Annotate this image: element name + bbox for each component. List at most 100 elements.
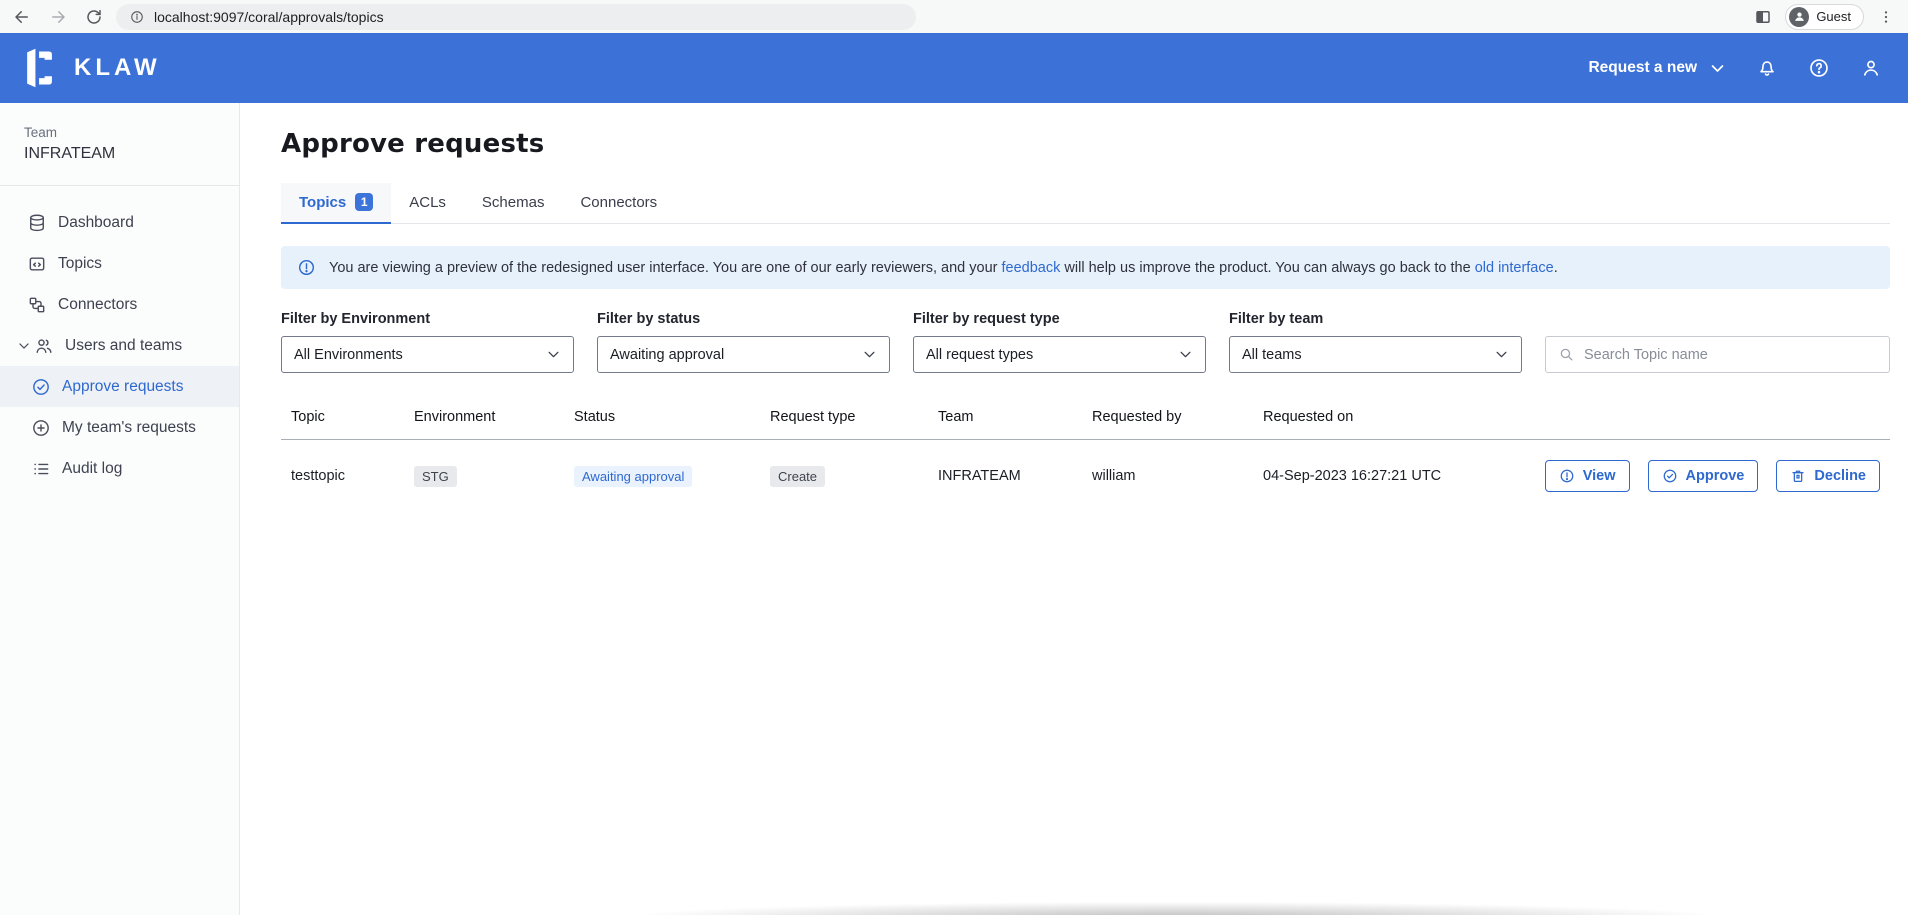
filter-request-type: Filter by request type All request types	[913, 311, 1206, 373]
sidebar-item-label: Topics	[58, 255, 102, 273]
check-circle-icon	[1662, 468, 1678, 484]
tab-schemas[interactable]: Schemas	[464, 183, 563, 223]
site-info-icon[interactable]	[130, 10, 144, 24]
selected-value: All request types	[926, 347, 1033, 363]
status-select[interactable]: Awaiting approval	[597, 336, 890, 373]
sidebar-item-approve-requests[interactable]: Approve requests	[0, 366, 239, 407]
address-bar[interactable]: localhost:9097/coral/approvals/topics	[116, 4, 916, 30]
sidebar-item-dashboard[interactable]: Dashboard	[0, 202, 239, 243]
topic-search[interactable]	[1545, 336, 1890, 373]
browser-menu-icon[interactable]	[1876, 7, 1896, 27]
decline-button-label: Decline	[1814, 468, 1866, 484]
reload-icon[interactable]	[84, 7, 104, 27]
plus-circle-icon	[31, 418, 51, 438]
info-icon	[1559, 468, 1575, 484]
environment-select[interactable]: All Environments	[281, 336, 574, 373]
table-row: testtopic STG Awaiting approval Create I…	[281, 440, 1890, 513]
filter-request-type-label: Filter by request type	[913, 311, 1206, 327]
team-name: INFRATEAM	[24, 145, 239, 163]
tab-connectors[interactable]: Connectors	[562, 183, 675, 223]
tab-label: Topics	[299, 194, 346, 211]
sidebar-item-label: Audit log	[62, 460, 122, 478]
sidebar-item-label: My team's requests	[62, 419, 196, 437]
chevron-down-icon	[1178, 347, 1193, 362]
feedback-link[interactable]: feedback	[1002, 260, 1061, 276]
filter-status: Filter by status Awaiting approval	[597, 311, 890, 373]
list-icon	[31, 459, 51, 479]
sidebar-item-audit-log[interactable]: Audit log	[0, 448, 239, 489]
profile-icon[interactable]	[1860, 57, 1882, 79]
sidebar-item-label: Connectors	[58, 296, 137, 314]
search-input[interactable]	[1584, 347, 1877, 363]
connectors-icon	[27, 295, 47, 315]
profile-name: Guest	[1816, 9, 1851, 24]
chevron-down-icon	[546, 347, 561, 362]
chevron-down-icon	[1709, 60, 1726, 77]
filter-environment: Filter by Environment All Environments	[281, 311, 574, 373]
filter-team: Filter by team All teams	[1229, 311, 1522, 373]
check-circle-icon	[31, 377, 51, 397]
main-content: Approve requests Topics 1 ACLs Schemas C…	[240, 103, 1908, 915]
approve-button-label: Approve	[1686, 468, 1745, 484]
forward-icon[interactable]	[48, 7, 68, 27]
filter-environment-label: Filter by Environment	[281, 311, 574, 327]
sidebar-item-users-and-teams[interactable]: Users and teams	[0, 325, 239, 366]
chevron-down-icon	[862, 347, 877, 362]
help-icon[interactable]	[1808, 57, 1830, 79]
banner-text: You are viewing a preview of the redesig…	[329, 260, 1558, 276]
status-badge: Awaiting approval	[574, 466, 692, 487]
environment-badge: STG	[414, 466, 457, 487]
sidebar-item-label: Dashboard	[58, 214, 134, 232]
view-button[interactable]: View	[1545, 460, 1630, 492]
request-type-select[interactable]: All request types	[913, 336, 1206, 373]
tab-topics-count-badge: 1	[355, 193, 373, 211]
selected-value: All teams	[1242, 347, 1302, 363]
notifications-icon[interactable]	[1756, 57, 1778, 79]
filter-status-label: Filter by status	[597, 311, 890, 327]
col-topic: Topic	[281, 399, 404, 440]
cell-team: INFRATEAM	[928, 440, 1082, 513]
cell-requested-on: 04-Sep-2023 16:27:21 UTC	[1253, 440, 1513, 513]
url-text: localhost:9097/coral/approvals/topics	[154, 9, 384, 25]
side-panel-icon[interactable]	[1753, 7, 1773, 27]
old-interface-link[interactable]: old interface	[1475, 260, 1554, 276]
brand-name: KLAW	[74, 54, 161, 82]
col-requested-by: Requested by	[1082, 399, 1253, 440]
col-actions	[1513, 399, 1890, 440]
page-title: Approve requests	[281, 129, 1890, 159]
table-header-row: Topic Environment Status Request type Te…	[281, 399, 1890, 440]
chevron-down-icon[interactable]	[14, 339, 34, 353]
sidebar-item-label: Users and teams	[65, 337, 182, 355]
decline-button[interactable]: Decline	[1776, 460, 1880, 492]
users-icon	[34, 336, 54, 356]
request-a-new-label: Request a new	[1588, 59, 1697, 77]
col-requested-on: Requested on	[1253, 399, 1513, 440]
sidebar-item-my-teams-requests[interactable]: My team's requests	[0, 407, 239, 448]
trash-icon	[1790, 468, 1806, 484]
search-icon	[1558, 346, 1575, 363]
avatar	[1789, 7, 1809, 27]
tab-label: Connectors	[580, 194, 657, 211]
app-header: KLAW Request a new	[0, 33, 1908, 103]
preview-info-banner: You are viewing a preview of the redesig…	[281, 246, 1890, 289]
approve-button[interactable]: Approve	[1648, 460, 1759, 492]
tab-acls[interactable]: ACLs	[391, 183, 464, 223]
team-select[interactable]: All teams	[1229, 336, 1522, 373]
col-status: Status	[564, 399, 760, 440]
back-icon[interactable]	[12, 7, 32, 27]
klaw-logo[interactable]	[18, 46, 62, 90]
tab-label: ACLs	[409, 194, 446, 211]
browser-profile-chip[interactable]: Guest	[1785, 4, 1864, 30]
sidebar-item-connectors[interactable]: Connectors	[0, 284, 239, 325]
tab-topics[interactable]: Topics 1	[281, 183, 391, 224]
requests-table: Topic Environment Status Request type Te…	[281, 399, 1890, 512]
tab-bar: Topics 1 ACLs Schemas Connectors	[281, 183, 1890, 224]
filter-bar: Filter by Environment All Environments F…	[281, 311, 1890, 373]
sidebar-item-label: Approve requests	[62, 378, 184, 396]
col-environment: Environment	[404, 399, 564, 440]
screen: localhost:9097/coral/approvals/topics Gu…	[0, 0, 1908, 915]
sidebar: Team INFRATEAM Dashboard Topics Connec	[0, 103, 240, 915]
sidebar-item-topics[interactable]: Topics	[0, 243, 239, 284]
request-a-new-button[interactable]: Request a new	[1588, 59, 1726, 77]
banner-text-segment: .	[1554, 260, 1558, 276]
